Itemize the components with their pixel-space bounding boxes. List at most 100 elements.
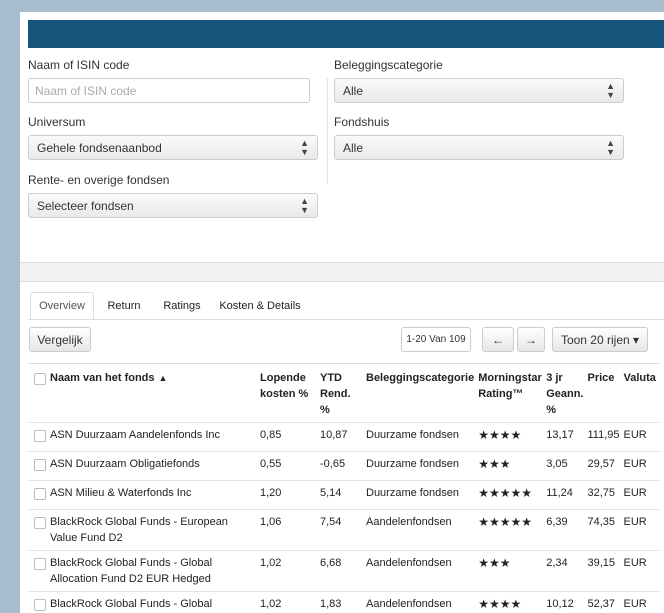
price-cell: 29,57: [587, 451, 624, 481]
return-3jr-cell: 6,39: [546, 509, 588, 551]
price-cell: 52,37: [587, 591, 624, 613]
rating-stars: ★★★★: [478, 591, 547, 613]
tab-bar: Overview Return Ratings Kosten & Details: [28, 292, 664, 320]
fund-name-cell: ASN Duurzaam Aandelenfonds Inc: [50, 422, 260, 452]
price-cell: 39,15: [587, 550, 624, 592]
ytd-cell: 10,87: [320, 422, 366, 452]
column-header-lopende-kosten[interactable]: Lopende kosten %: [260, 363, 320, 423]
table-row[interactable]: BlackRock Global Funds - Global Allocati…: [28, 550, 660, 592]
checkbox-cell: [28, 422, 50, 452]
row-checkbox[interactable]: [34, 517, 46, 529]
isin-label: Naam of ISIN code: [28, 58, 130, 72]
categorie-select[interactable]: Alle ▲ ▼: [334, 78, 624, 103]
rating-stars: ★★★★★: [478, 509, 547, 551]
valuta-cell: EUR: [623, 451, 660, 481]
table-row[interactable]: BlackRock Global Funds - European Value …: [28, 509, 660, 551]
row-checkbox[interactable]: [34, 459, 46, 471]
category-cell: Duurzame fondsen: [366, 480, 479, 510]
column-header-morningstar-rating[interactable]: Morningstar Rating™: [478, 363, 547, 423]
table-row[interactable]: ASN Duurzaam Aandelenfonds Inc 0,85 10,87 D…: [28, 422, 660, 452]
fund-name-cell: BlackRock Global Funds - Global Allocati…: [50, 550, 260, 592]
ytd-cell: 6,68: [320, 550, 366, 592]
tab-overview[interactable]: Overview: [30, 292, 94, 319]
column-header-ytd[interactable]: YTD Rend. %: [320, 363, 366, 423]
previous-page-button[interactable]: ←: [482, 327, 514, 352]
table-toolbar: Vergelijk 1-20 Van 109 ← → Toon 20 rijen…: [20, 320, 664, 358]
tab-ratings[interactable]: Ratings: [154, 292, 210, 319]
column-header-valuta[interactable]: Valuta: [623, 363, 660, 423]
updown-icon: ▲ ▼: [300, 137, 309, 157]
vergelijk-button[interactable]: Vergelijk: [29, 327, 91, 352]
rating-stars: ★★★: [478, 451, 547, 481]
ytd-cell: -0,65: [320, 451, 366, 481]
categorie-label: Beleggingscategorie: [334, 58, 443, 72]
ytd-cell: 1,83: [320, 591, 366, 613]
table-header-row: Naam van het fonds ▲ Lopende kosten % YTD…: [28, 363, 660, 423]
category-cell: Aandelenfondsen: [366, 550, 479, 592]
header-bar: [28, 20, 664, 48]
universum-select[interactable]: Gehele fondsenaanbod ▲ ▼: [28, 135, 318, 160]
table-row[interactable]: ASN Milieu & Waterfonds Inc 1,20 5,14 Duurz…: [28, 480, 660, 510]
category-cell: Duurzame fondsen: [366, 451, 479, 481]
return-3jr-cell: 13,17: [546, 422, 588, 452]
row-checkbox[interactable]: [34, 599, 46, 611]
price-cell: 111,95: [587, 422, 624, 452]
return-3jr-cell: 3,05: [546, 451, 588, 481]
column-header-name[interactable]: Naam van het fonds ▲: [50, 363, 260, 423]
column-divider: [327, 78, 328, 184]
rating-stars: ★★★★★: [478, 480, 547, 510]
valuta-cell: EUR: [623, 550, 660, 592]
checkbox-cell: [28, 509, 50, 551]
paging-indicator: 1-20 Van 109: [401, 327, 471, 352]
price-cell: 74,35: [587, 509, 624, 551]
row-checkbox[interactable]: [34, 430, 46, 442]
updown-icon: ▲ ▼: [606, 80, 615, 100]
section-separator: [20, 262, 664, 282]
valuta-cell: EUR: [623, 480, 660, 510]
row-checkbox[interactable]: [34, 558, 46, 570]
return-3jr-cell: 2,34: [546, 550, 588, 592]
select-all-checkbox[interactable]: [34, 373, 46, 385]
valuta-cell: EUR: [623, 422, 660, 452]
column-header-beleggingscategorie[interactable]: Beleggingscategorie: [366, 363, 479, 423]
updown-icon: ▲ ▼: [606, 137, 615, 157]
rating-stars: ★★★: [478, 550, 547, 592]
sort-asc-icon: ▲: [158, 373, 168, 383]
return-3jr-cell: 10,12: [546, 591, 588, 613]
kosten-cell: 1,02: [260, 550, 320, 592]
column-header-3jr[interactable]: 3 jr Geann. %: [546, 363, 588, 423]
table-row[interactable]: BlackRock Global Funds - Global 1,02 1,83 A…: [28, 591, 660, 613]
next-page-button[interactable]: →: [517, 327, 545, 352]
rente-label: Rente- en overige fondsen: [28, 173, 170, 187]
ytd-cell: 5,14: [320, 480, 366, 510]
funds-table: Naam van het fonds ▲ Lopende kosten % YTD…: [28, 363, 660, 613]
valuta-cell: EUR: [623, 509, 660, 551]
row-checkbox[interactable]: [34, 488, 46, 500]
rating-stars: ★★★★: [478, 422, 547, 452]
rente-filter-group: Rente- en overige fondsen Selecteer fond…: [28, 173, 318, 218]
arrow-right-icon: →: [525, 332, 537, 347]
categorie-select-value: Alle: [343, 83, 364, 98]
fondshuis-label: Fondshuis: [334, 115, 390, 129]
rows-per-page-dropdown[interactable]: Toon 20 rijen ▾: [552, 327, 648, 352]
column-header-price[interactable]: Price: [587, 363, 624, 423]
fund-screener-panel: Naam of ISIN code Universum Gehele fonds…: [20, 12, 664, 613]
fondshuis-select[interactable]: Alle ▲ ▼: [334, 135, 624, 160]
updown-icon: ▲ ▼: [300, 195, 309, 215]
tab-return[interactable]: Return: [96, 292, 152, 319]
table-row[interactable]: ASN Duurzaam Obligatiefonds 0,55 -0,65 Duur…: [28, 451, 660, 481]
universum-filter-group: Universum Gehele fondsenaanbod ▲ ▼: [28, 115, 318, 160]
tab-kosten-details[interactable]: Kosten & Details: [212, 292, 308, 319]
universum-select-value: Gehele fondsenaanbod: [37, 140, 162, 155]
rente-select-value: Selecteer fondsen: [37, 198, 134, 213]
checkbox-cell: [28, 591, 50, 613]
isin-filter-group: Naam of ISIN code: [28, 58, 310, 103]
fondshuis-select-value: Alle: [343, 140, 364, 155]
fund-name-cell: ASN Milieu & Waterfonds Inc: [50, 480, 260, 510]
category-cell: Aandelenfondsen: [366, 509, 479, 551]
kosten-cell: 1,02: [260, 591, 320, 613]
isin-search-input[interactable]: [28, 78, 310, 103]
rente-select[interactable]: Selecteer fondsen ▲ ▼: [28, 193, 318, 218]
checkbox-cell: [28, 451, 50, 481]
fondshuis-filter-group: Fondshuis Alle ▲ ▼: [334, 115, 624, 160]
